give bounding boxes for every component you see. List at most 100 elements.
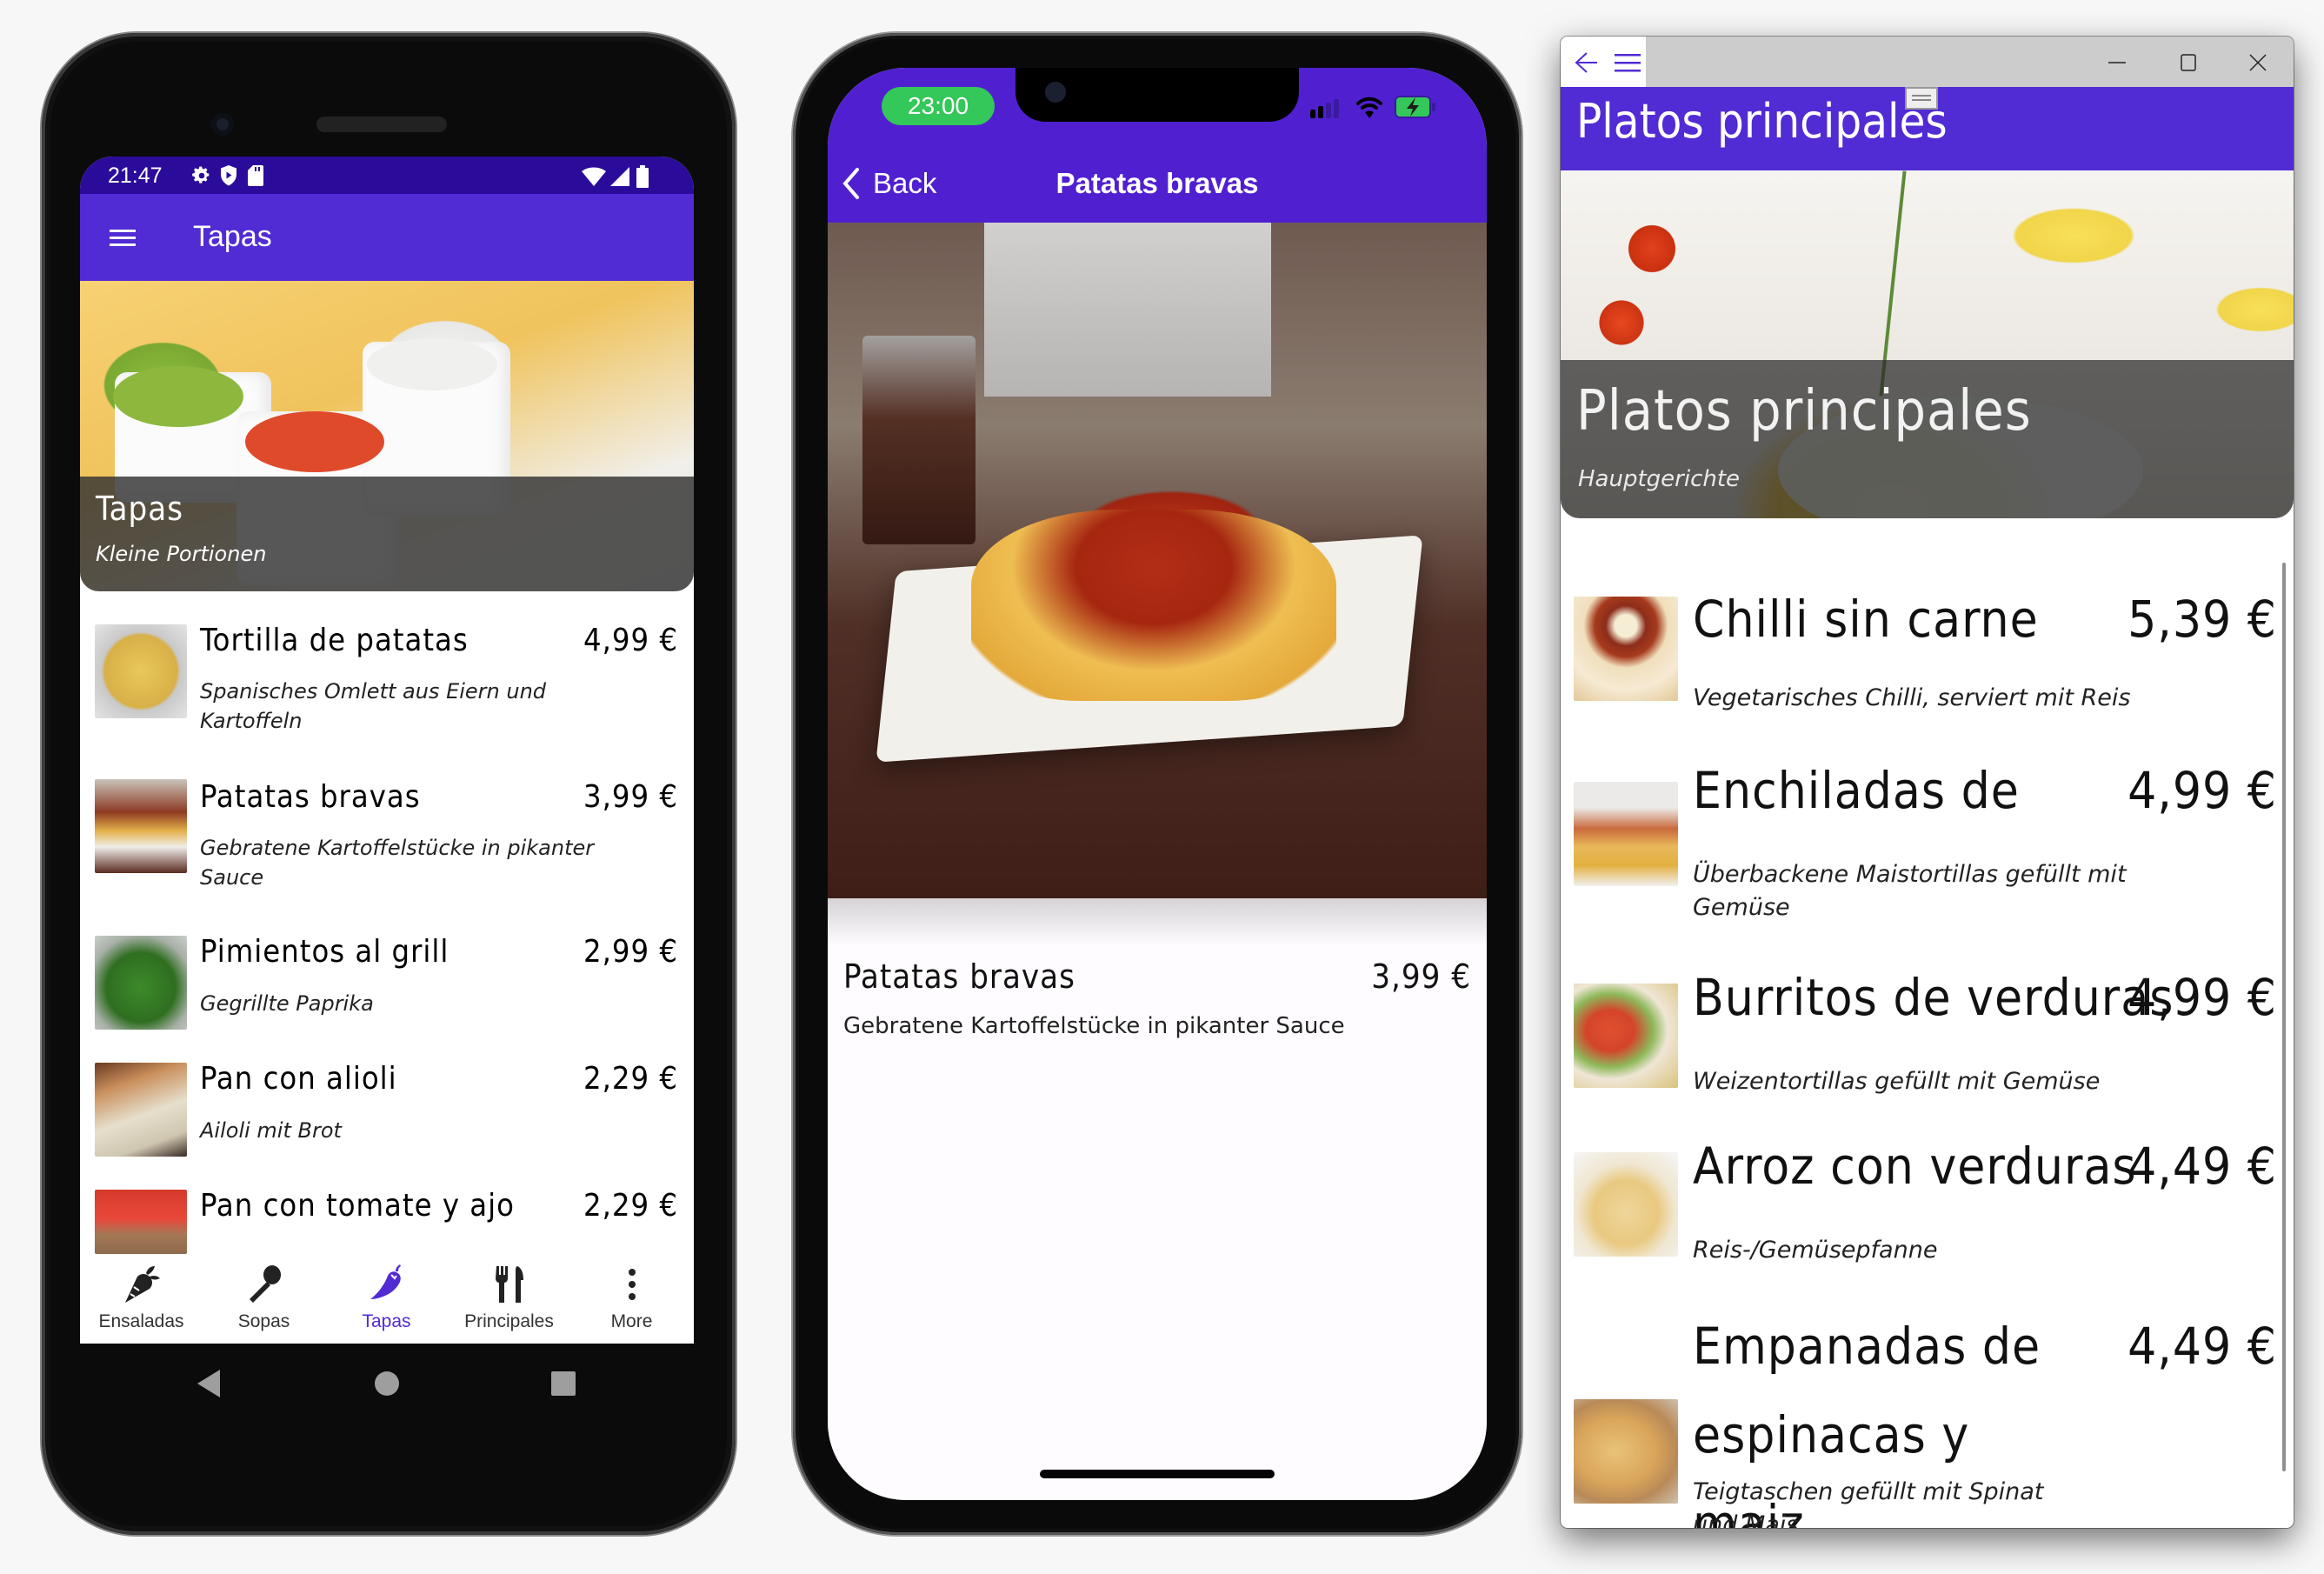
- chili-pepper-icon: [370, 1264, 401, 1299]
- item-thumbnail: [95, 1063, 187, 1157]
- list-item[interactable]: Pan con tomate y ajo 2,29 €: [80, 1174, 694, 1261]
- maximize-icon[interactable]: [2178, 52, 2199, 73]
- page-title: Patatas bravas: [1055, 167, 1259, 199]
- android-system-nav: [80, 1344, 694, 1422]
- earpiece-speaker: [316, 117, 447, 132]
- android-app-bar: Tapas: [80, 194, 694, 281]
- item-price: 4,49 €: [2128, 1137, 2277, 1196]
- item-description: Weizentortillas gefüllt mit Gemüse: [1693, 1068, 2101, 1095]
- android-screen: 21:47 Tapas Tapas Kleine Portionen Torti…: [80, 157, 694, 1344]
- item-price: 2,29 €: [583, 1188, 678, 1224]
- time-pill: 23:00: [882, 87, 995, 125]
- item-name: Chilli sin carne: [1693, 590, 2039, 649]
- photo-decor: [971, 510, 1336, 701]
- windows-app-window: Platos principales Platos principales Ha…: [1561, 37, 2294, 1528]
- home-circle-icon[interactable]: [374, 1371, 400, 1397]
- item-thumbnail: [95, 624, 187, 718]
- list-item[interactable]: Patatas bravas 3,99 € Gebratene Kartoffe…: [80, 765, 694, 913]
- sd-card-icon: [248, 165, 263, 186]
- dish-photo: [828, 223, 1487, 898]
- item-description: Ailoli mit Brot: [200, 1118, 342, 1143]
- home-indicator[interactable]: [1040, 1470, 1275, 1478]
- hero-decor: [245, 411, 384, 472]
- arrow-left-icon[interactable]: [1573, 50, 1599, 75]
- list-item[interactable]: Burritos de verduras 4,99 € Weizentortil…: [1561, 968, 2282, 1114]
- tab-label: More: [610, 1311, 653, 1331]
- iphone-screen: 23:00 Back Patatas bravas Patatas bravas…: [828, 68, 1487, 1500]
- item-price: 4,99 €: [2128, 968, 2277, 1027]
- battery-charging-icon: [1395, 96, 1435, 118]
- window-page-header: Platos principales: [1561, 87, 2294, 170]
- list-item[interactable]: Pimientos al grill 2,99 € Gegrillte Papr…: [80, 920, 694, 1042]
- window-titlebar[interactable]: [1561, 37, 2294, 87]
- hamburger-menu-button[interactable]: [96, 217, 141, 258]
- item-price: 2,99 €: [583, 934, 678, 970]
- minimize-icon[interactable]: [2107, 52, 2128, 73]
- item-thumbnail: [1574, 1399, 1678, 1504]
- list-item[interactable]: Pan con alioli 2,29 € Ailoli mit Brot: [80, 1047, 694, 1169]
- tab-tapas[interactable]: Tapas: [325, 1254, 448, 1344]
- hero-title: Tapas: [96, 490, 184, 528]
- item-description: Teigtaschen gefüllt mit Spinat und Mais: [1693, 1478, 2044, 1528]
- front-camera: [1045, 82, 1066, 103]
- item-description: Spanisches Omlett aus Eiern und Kartoffe…: [200, 679, 547, 733]
- carrot-icon: [124, 1266, 160, 1303]
- menu-list: Chilli sin carne 5,39 € Vegetarisches Ch…: [1561, 518, 2294, 1528]
- item-description: Reis-/Gemüsepfanne: [1693, 1237, 1938, 1264]
- status-time: 23:00: [907, 92, 969, 119]
- hamburger-icon[interactable]: [1615, 52, 1641, 73]
- item-price: 3,99 €: [583, 779, 678, 815]
- item-description: Überbackene Maistortillas gefüllt mit Ge…: [1693, 861, 2127, 921]
- cell-signal-icon: [610, 167, 629, 186]
- list-item[interactable]: Enchiladas de 4,99 € Überbackene Maistor…: [1561, 761, 2282, 956]
- more-vertical-icon: [628, 1269, 636, 1300]
- hamburger-icon: [110, 230, 136, 246]
- item-name: Patatas bravas: [200, 779, 421, 815]
- notch: [1016, 68, 1299, 122]
- tab-label: Tapas: [362, 1311, 411, 1331]
- item-thumbnail: [1574, 782, 1678, 886]
- vertical-scrollbar[interactable]: [2282, 563, 2286, 1471]
- dish-detail: Patatas bravas 3,99 € Gebratene Kartoffe…: [828, 898, 1487, 1500]
- shield-play-icon: [221, 165, 236, 186]
- item-thumbnail: [95, 779, 187, 873]
- tab-label: Ensaladas: [98, 1311, 184, 1331]
- list-item[interactable]: Tortilla de patatas 4,99 € Spanisches Om…: [80, 609, 694, 757]
- tab-ensaladas[interactable]: Ensaladas: [80, 1254, 203, 1344]
- item-thumbnail: [95, 1190, 187, 1254]
- photo-decor: [984, 223, 1271, 397]
- page-title: Tapas: [193, 220, 272, 253]
- tab-more[interactable]: More: [570, 1254, 693, 1344]
- fork-knife-icon: [495, 1266, 523, 1303]
- page-title: Platos principales: [1576, 94, 1948, 149]
- hero-decor: [367, 338, 497, 390]
- item-name: Pimientos al grill: [200, 934, 449, 970]
- item-price: 4,49 €: [2128, 1317, 2277, 1376]
- list-item[interactable]: Arroz con verduras 4,49 € Reis-/Gemüsepf…: [1561, 1137, 2282, 1283]
- hero-title: Platos principales: [1576, 379, 2032, 444]
- tab-sopas[interactable]: Sopas: [203, 1254, 325, 1344]
- category-hero-image: Platos principales Hauptgerichte: [1561, 170, 2294, 518]
- photo-decor: [862, 336, 976, 544]
- close-icon[interactable]: [2247, 52, 2268, 73]
- status-time: 21:47: [108, 163, 163, 188]
- cell-signal-icon: [1310, 99, 1339, 118]
- list-item[interactable]: Chilli sin carne 5,39 € Vegetarisches Ch…: [1561, 590, 2282, 718]
- list-item[interactable]: Empanadas de espinacas y maiz 4,49 € Tei…: [1561, 1314, 2282, 1528]
- tab-principales[interactable]: Principales: [448, 1254, 570, 1344]
- item-name: Pan con tomate y ajo: [200, 1188, 515, 1224]
- bottom-tab-bar: Ensaladas Sopas Tapas Principales More: [80, 1254, 694, 1344]
- battery-icon: [636, 165, 649, 188]
- item-name: Burritos de verduras: [1693, 968, 2174, 1027]
- handle-line: [1912, 99, 1931, 101]
- drag-handle[interactable]: [1905, 87, 1938, 110]
- back-triangle-icon[interactable]: [196, 1370, 222, 1397]
- item-price: 5,39 €: [2128, 590, 2277, 649]
- wifi-icon: [582, 167, 606, 186]
- hero-subtitle: Kleine Portionen: [96, 542, 267, 566]
- spoon-icon: [249, 1265, 281, 1303]
- dish-description: Gebratene Kartoffelstücke in pikanter Sa…: [843, 1013, 1345, 1039]
- hero-decor: [113, 366, 243, 427]
- recents-square-icon[interactable]: [551, 1371, 576, 1396]
- front-camera: [211, 113, 234, 136]
